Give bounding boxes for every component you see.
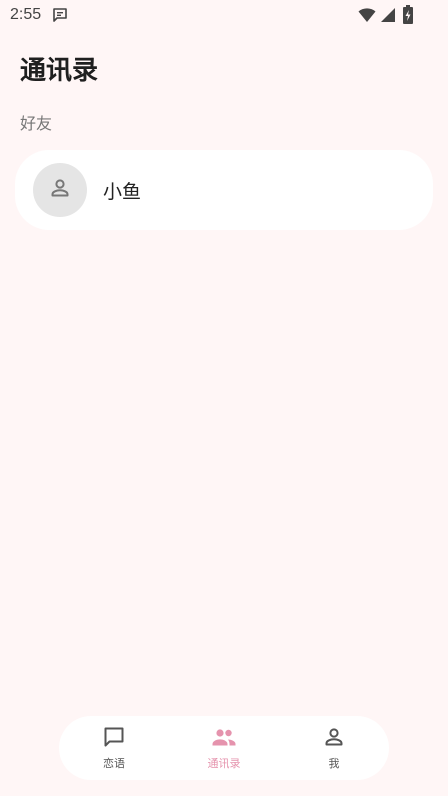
- nav-item-chat[interactable]: 恋语: [69, 716, 159, 780]
- battery-charging-icon: [402, 5, 414, 29]
- contact-item[interactable]: 小鱼: [15, 150, 433, 230]
- chat-bubble-icon: [102, 725, 126, 753]
- nav-label-chat: 恋语: [103, 757, 125, 770]
- contact-name: 小鱼: [103, 180, 142, 203]
- status-bar: 2:55: [0, 0, 448, 30]
- contacts-screen: 2:55 通讯录 好友 小鱼 恋语 通讯录 我: [0, 0, 448, 796]
- bottom-navigation: 恋语 通讯录 我: [59, 716, 389, 780]
- message-notification-icon: [52, 7, 68, 27]
- nav-item-contacts[interactable]: 通讯录: [179, 716, 269, 780]
- wifi-icon: [358, 7, 376, 27]
- person-icon: [322, 725, 346, 753]
- nav-item-me[interactable]: 我: [289, 716, 379, 780]
- status-time: 2:55: [10, 6, 42, 23]
- avatar: [33, 163, 87, 217]
- friends-section-label: 好友: [20, 114, 53, 133]
- people-icon: [211, 725, 237, 753]
- nav-label-contacts: 通讯录: [207, 757, 241, 770]
- page-title: 通讯录: [20, 56, 99, 86]
- nav-label-me: 我: [328, 757, 340, 770]
- person-placeholder-icon: [48, 176, 72, 204]
- signal-icon: [380, 7, 396, 27]
